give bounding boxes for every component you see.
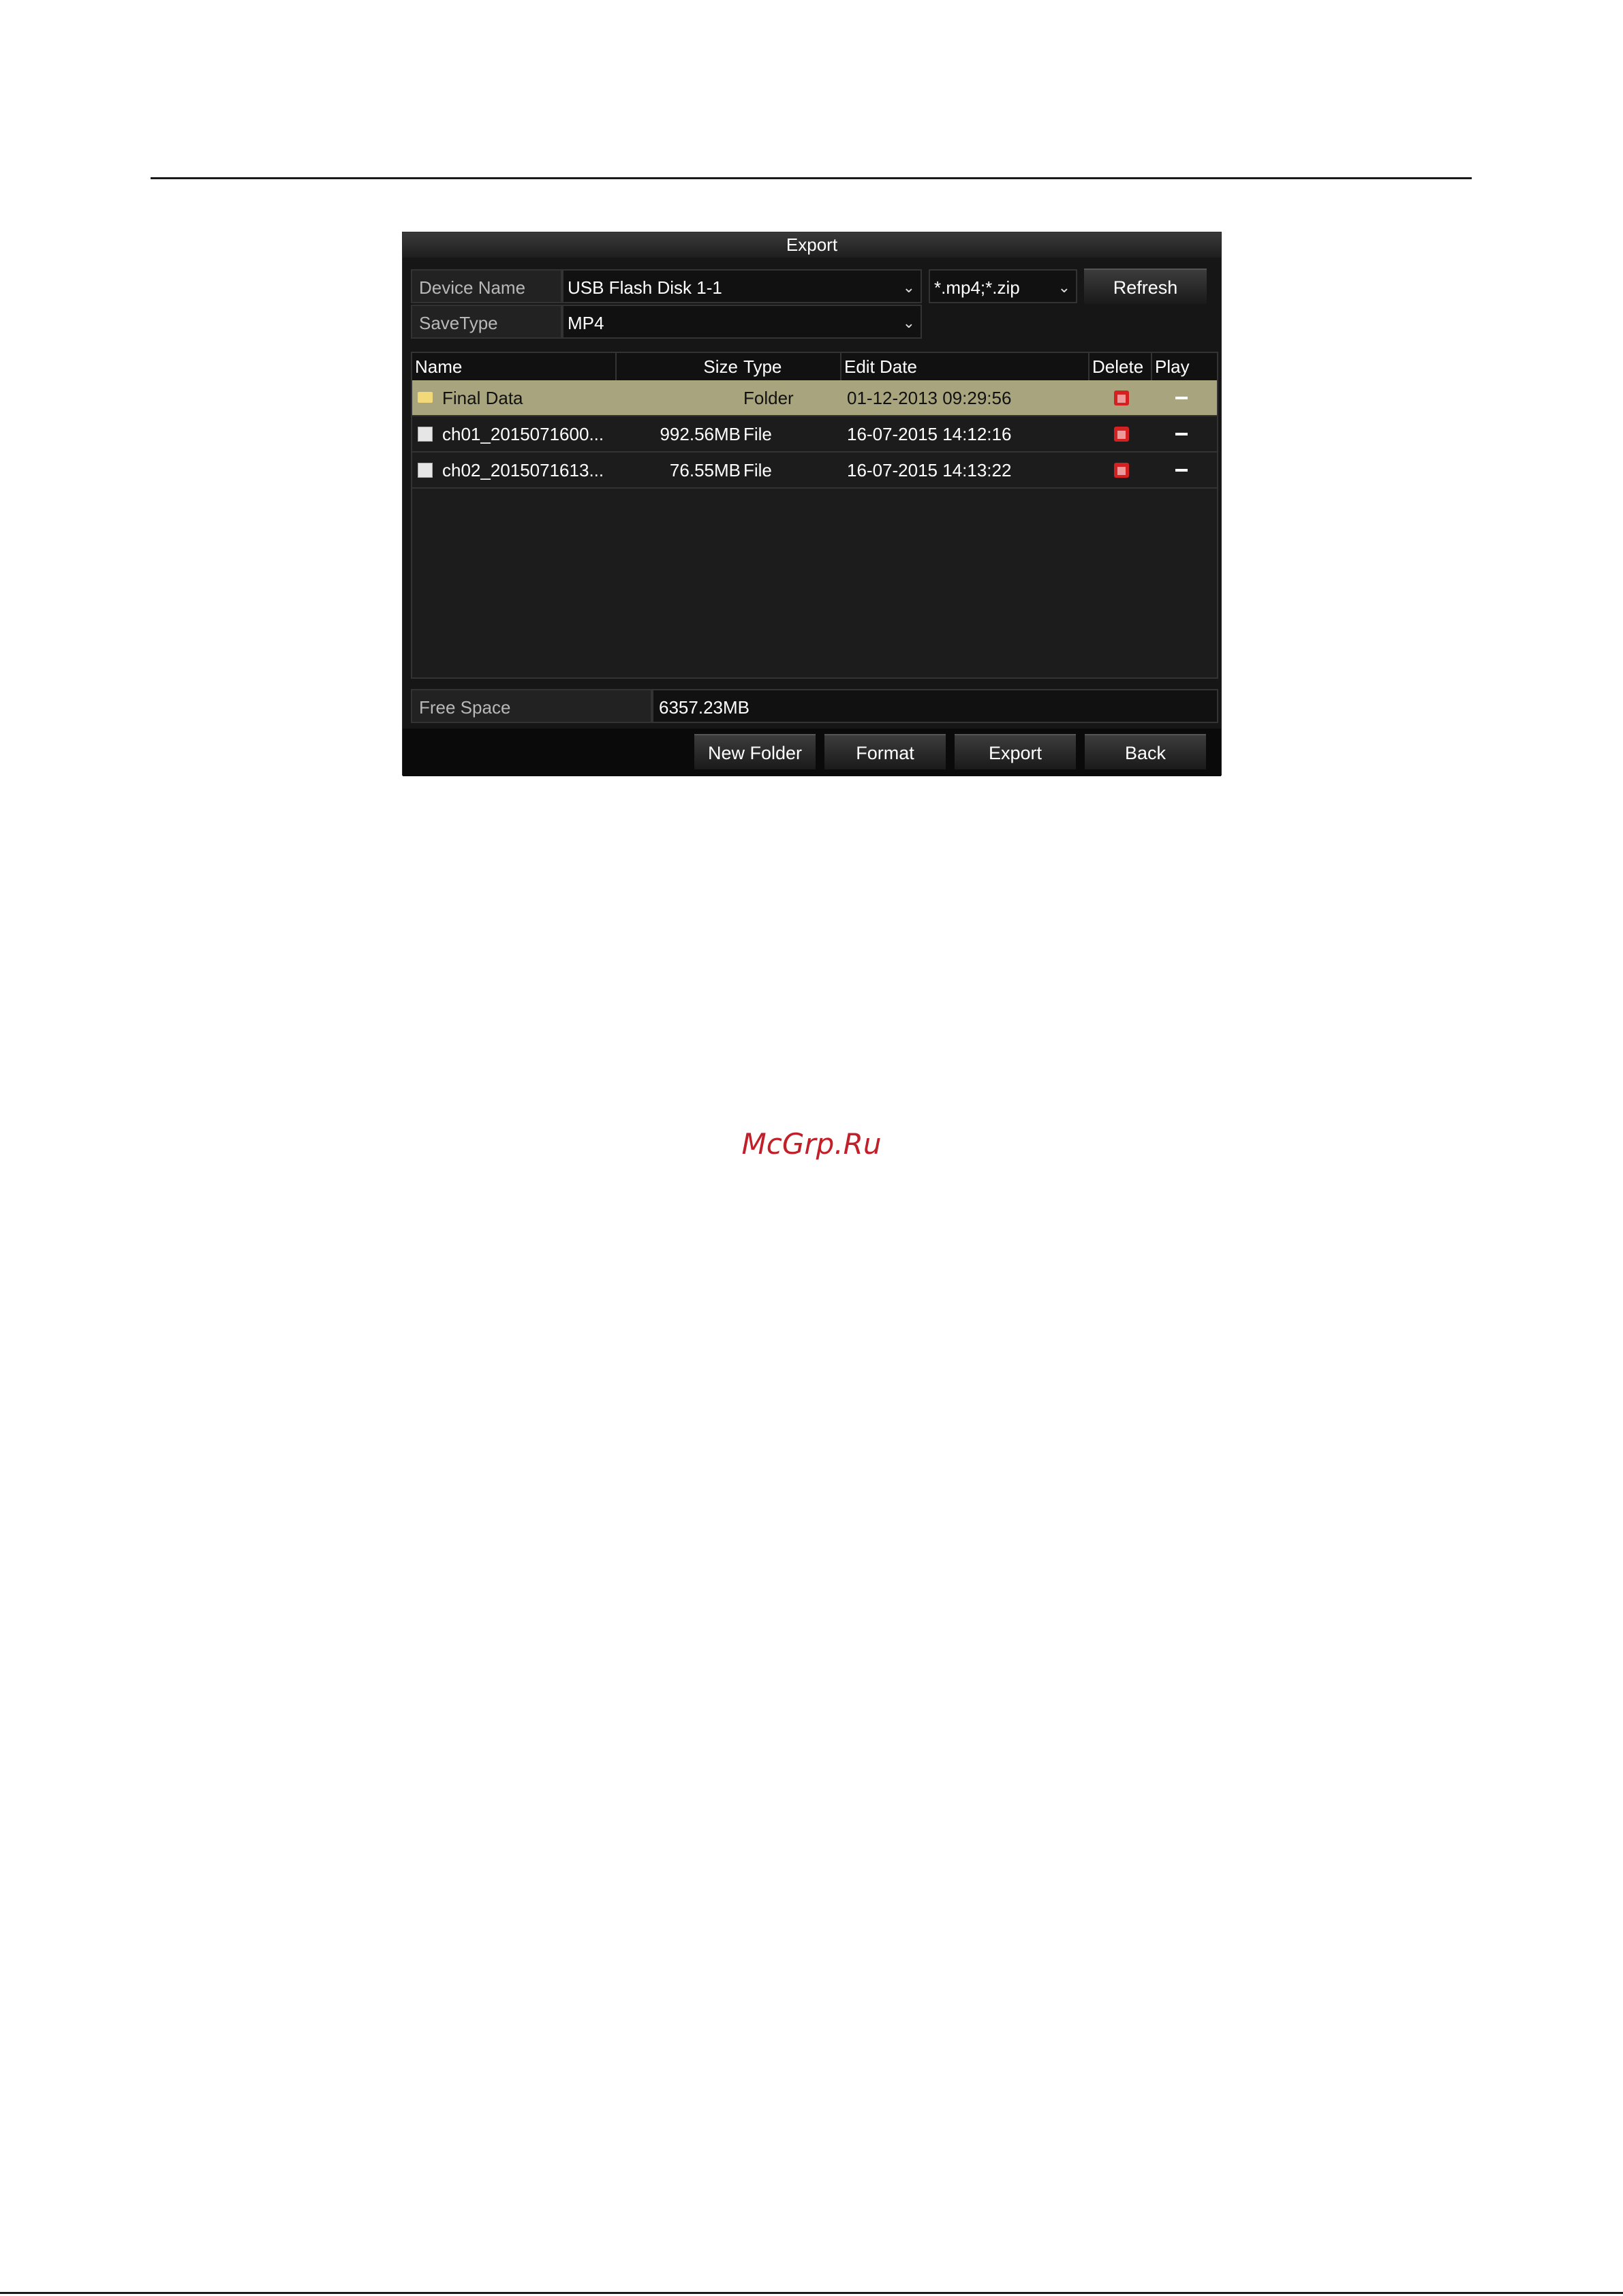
device-name-value: USB Flash Disk 1-1 [568,277,722,298]
row-edit-date: 01-12-2013 09:29:56 [847,388,1012,408]
device-name-select[interactable]: USB Flash Disk 1-1 ⌄ [562,269,922,303]
row-size: 992.56MB [660,424,741,444]
row-size [617,380,741,416]
row-edit-date: 16-07-2015 14:13:22 [847,460,1012,480]
back-button[interactable]: Back [1085,734,1206,769]
column-header-play: Play [1155,356,1190,377]
column-header-name[interactable]: Name [412,353,617,380]
free-space-label: Free Space [411,689,652,723]
table-row[interactable]: Final Data Folder 01-12-2013 09:29:56 [412,380,1217,416]
play-unavailable-icon [1175,397,1188,399]
file-filter-value: *.mp4;*.zip [934,277,1020,298]
row-type: File [743,424,772,444]
chevron-down-icon: ⌄ [902,279,915,296]
column-header-edit-date[interactable]: Edit Date [841,353,1089,380]
file-icon [418,427,433,442]
chevron-down-icon: ⌄ [902,314,915,331]
format-button[interactable]: Format [824,734,946,769]
table-header: Name Size Type Edit Date Delete Play [412,353,1217,380]
row-edit-date: 16-07-2015 14:12:16 [847,424,1012,444]
free-space-value: 6357.23MB [652,689,1218,723]
dialog-title: Export [403,232,1221,258]
file-icon [418,463,433,478]
file-table: Name Size Type Edit Date Delete Play Fin… [411,352,1218,679]
play-unavailable-icon [1175,433,1188,435]
play-unavailable-icon [1175,469,1188,472]
new-folder-button[interactable]: New Folder [694,734,816,769]
table-row[interactable]: ch01_2015071600... 992.56MB File 16-07-2… [412,416,1217,453]
column-header-size[interactable]: Size [617,353,741,380]
row-size: 76.55MB [669,460,741,480]
row-name: Final Data [442,388,523,408]
watermark: McGrp.Ru [741,1127,882,1161]
chevron-down-icon: ⌄ [1057,279,1070,296]
save-type-select[interactable]: MP4 ⌄ [562,305,922,339]
export-dialog: Export Device Name USB Flash Disk 1-1 ⌄ … [402,232,1222,776]
row-name: ch02_2015071613... [442,460,604,480]
save-type-value: MP4 [568,313,604,333]
folder-icon [418,392,433,403]
bottom-divider [0,2292,1623,2294]
column-header-type[interactable]: Type [741,353,841,380]
trash-icon[interactable] [1114,391,1129,405]
refresh-button[interactable]: Refresh [1084,269,1207,304]
trash-icon[interactable] [1114,463,1129,478]
dialog-footer: New Folder Format Export Back [403,729,1221,776]
column-header-delete: Delete [1089,353,1152,380]
save-type-label: SaveType [411,305,562,339]
row-name: ch01_2015071600... [442,424,604,444]
table-row[interactable]: ch02_2015071613... 76.55MB File 16-07-20… [412,453,1217,489]
row-type: Folder [743,388,794,408]
row-type: File [743,460,772,480]
top-divider [151,177,1472,179]
file-filter-select[interactable]: *.mp4;*.zip ⌄ [929,269,1077,303]
trash-icon[interactable] [1114,427,1129,442]
device-name-label: Device Name [411,269,562,303]
export-button[interactable]: Export [955,734,1076,769]
